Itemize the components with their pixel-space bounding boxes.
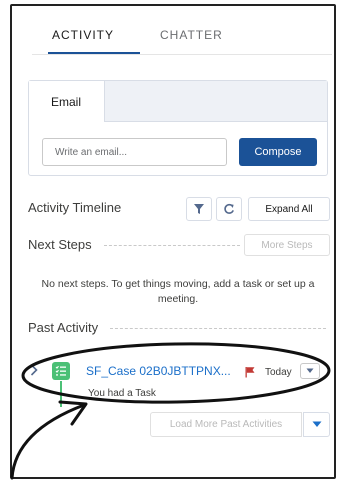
email-input[interactable] — [42, 138, 227, 166]
tab-activity[interactable]: ACTIVITY — [52, 28, 114, 42]
flag-icon — [245, 367, 255, 378]
compose-button[interactable]: Compose — [239, 138, 317, 166]
activity-subject-link[interactable]: SF_Case 02B0JBTTPNX... — [86, 364, 240, 378]
chevron-right-icon — [30, 364, 38, 376]
filter-button[interactable] — [186, 197, 212, 221]
activity-summary: You had a Task — [88, 388, 156, 399]
next-steps-empty-message: No next steps. To get things moving, add… — [41, 278, 315, 305]
next-steps-title: Next Steps — [28, 237, 92, 252]
filter-icon — [194, 204, 204, 214]
tab-chatter[interactable]: CHATTER — [160, 28, 223, 42]
refresh-button[interactable] — [216, 197, 242, 221]
expand-all-button[interactable]: Expand All — [248, 197, 330, 221]
activity-timeline-title: Activity Timeline — [28, 200, 122, 215]
task-list-icon — [55, 365, 66, 376]
load-more-dropdown[interactable] — [303, 412, 330, 437]
task-icon — [52, 362, 70, 380]
section-divider — [110, 328, 326, 329]
tab-bar: ACTIVITY CHATTER — [32, 28, 332, 55]
refresh-icon — [224, 203, 234, 214]
section-divider — [104, 245, 240, 246]
tab-email[interactable]: Email — [29, 81, 105, 122]
expand-activity-toggle[interactable] — [28, 363, 40, 377]
load-more-button[interactable]: Load More Past Activities — [150, 412, 302, 437]
email-composer: Email Compose — [28, 80, 328, 176]
activity-actions-menu[interactable] — [300, 363, 320, 379]
chevron-down-icon — [312, 421, 321, 427]
tab-email-label: Email — [51, 95, 82, 109]
active-tab-indicator — [48, 52, 140, 54]
past-activity-title: Past Activity — [28, 320, 99, 335]
more-steps-button[interactable]: More Steps — [244, 234, 330, 256]
timeline-connector — [60, 381, 62, 407]
activity-date: Today — [265, 367, 292, 378]
chevron-down-icon — [306, 368, 314, 373]
